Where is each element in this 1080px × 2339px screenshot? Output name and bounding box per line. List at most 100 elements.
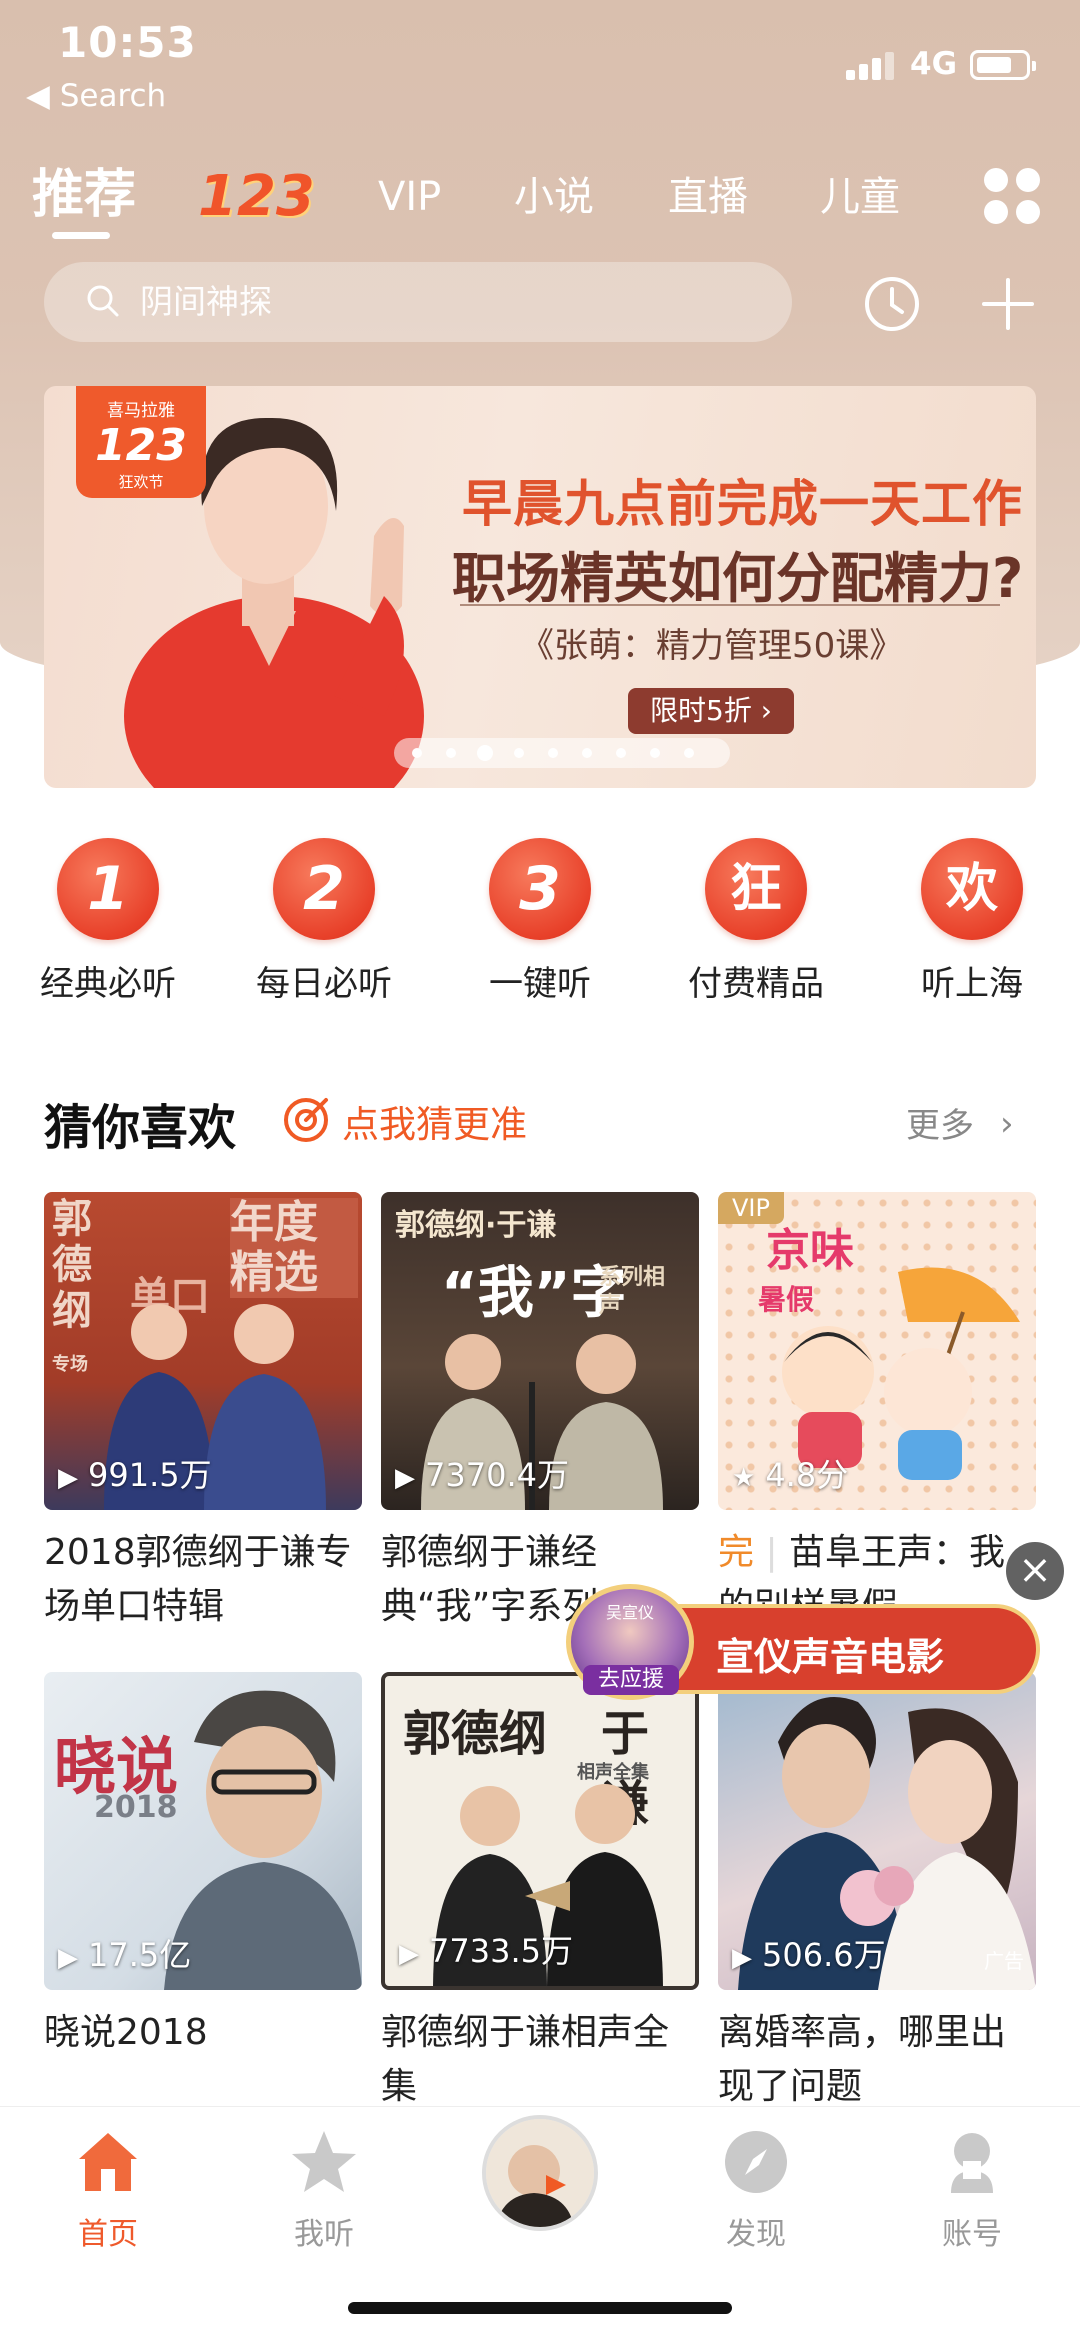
banner-dot[interactable] [616,748,626,758]
album-cover: 广告 ▶ 506.6万 [718,1672,1036,1990]
compass-icon [725,2131,787,2193]
tab-recommend[interactable]: 推荐 [32,150,136,240]
nav-label: 发现 [726,2217,786,2252]
album-cover: 晓说 2018 ▶ 17.5亿 [44,1672,362,1990]
badge-number: 123 [95,420,187,471]
quick-link-daily[interactable]: 2 每日必听 [244,838,404,1005]
banner-dot[interactable] [477,745,493,761]
search-placeholder: 阴间神探 [140,282,272,321]
nav-label: 我听 [294,2217,354,2252]
nav-discover[interactable]: 发现 [686,2127,826,2253]
tab-live[interactable]: 直播 [668,152,748,242]
nav-label: 账号 [942,2217,1002,2252]
nav-my-listen[interactable]: 我听 [254,2127,394,2253]
now-playing-button[interactable] [482,2115,598,2231]
kuang-character-icon: 狂 [705,838,807,940]
album-title: 晓说2018 [44,2012,208,2053]
badge-bottom-text: 狂欢节 [118,473,164,491]
quick-link-label: 经典必听 [40,964,176,1004]
star-icon: ★ [732,1463,756,1493]
album-cover: VIP 京味 暑假 ★ 4.8分 [718,1192,1036,1510]
play-icon: ▶ [58,1943,78,1973]
play-count-value: 7370.4万 [425,1456,569,1494]
promo-banner[interactable]: 喜马拉雅 123 狂欢节 早晨九点前完成一天工作 职场精英如何分配精力? 《张萌… [44,386,1036,788]
rating: ★ 4.8分 [732,1450,848,1496]
improve-recommendation-link[interactable]: 点我猜更准 [342,1094,527,1148]
add-plus-icon[interactable] [978,274,1038,334]
banner-dot[interactable] [650,748,660,758]
quick-link-shanghai[interactable]: 欢 听上海 [892,838,1052,1005]
banner-dot[interactable] [684,748,694,758]
ad-label: 广告 [984,1949,1024,1973]
play-count-value: 991.5万 [88,1456,212,1494]
banner-dot[interactable] [582,748,592,758]
status-time: 10:53 [58,18,197,67]
now-playing-cover [486,2119,594,2227]
history-clock-icon[interactable] [862,274,922,334]
cover-subtitle-text: 年度精选 [230,1198,358,1298]
network-type: 4G [910,46,958,82]
banner-discount-button[interactable]: 限时5折 › [628,688,794,734]
huan-character-icon: 欢 [921,838,1023,940]
play-icon: ▶ [732,1943,752,1973]
album-cover: 郭德纲·于谦 “我”字 系列相声 ▶ 7370.4万 [381,1192,699,1510]
section-title: 猜你喜欢 [44,1100,237,1156]
cover-title-text: 郭德纲 [403,1706,548,1762]
play-count: ▶ 991.5万 [58,1450,212,1496]
search-input[interactable]: 阴间神探 [44,262,792,342]
play-count: ▶ 7733.5万 [399,1926,573,1972]
quick-link-label: 每日必听 [256,964,392,1004]
album-card[interactable]: VIP 京味 暑假 ★4.8分 完 | 苗阜王声：我的别样暑假 [718,1192,1036,1634]
celebrity-name: 吴宣仪 [605,1603,654,1622]
cover-tag-text: 系列相声 [599,1265,666,1318]
album-title: 离婚率高，哪里出现了问题 [718,2012,1007,2107]
signal-icon [846,50,898,80]
banner-dot[interactable] [548,748,558,758]
album-card[interactable]: 郭德纲 年度精选 单口 专场 ▶ 991.5万 2018郭德纲于谦专场单口特辑 [44,1192,362,1634]
banner-dot[interactable] [514,748,524,758]
nav-account[interactable]: 账号 [902,2127,1042,2253]
album-card[interactable]: 晓说 2018 ▶ 17.5亿 晓说2018 [44,1672,362,2114]
album-card[interactable]: 广告 ▶ 506.6万 离婚率高，哪里出现了问题 [718,1672,1036,2114]
quick-link-paid[interactable]: 狂 付费精品 [676,838,836,1005]
number-two-icon: 2 [273,838,375,940]
play-icon: ▶ [399,1939,419,1969]
tab-vip[interactable]: VIP [378,152,441,242]
cover-title-text: 郭德纲·于谦 [395,1208,557,1243]
account-icon [951,2133,993,2193]
quick-link-one-tap[interactable]: 3 一键听 [460,838,620,1005]
battery-icon [970,50,1036,80]
number-three-icon: 3 [489,838,591,940]
chevron-right-icon[interactable]: › [1000,1104,1014,1144]
more-link[interactable]: 更多 [906,1098,974,1147]
tab-123-festival-logo[interactable]: 123 [198,164,315,234]
album-title: 郭德纲于谦相声全集 [381,2012,670,2107]
quick-link-classic[interactable]: 1 经典必听 [28,838,188,1005]
close-icon[interactable]: × [1006,1542,1064,1600]
floating-promo[interactable]: 宣仪声音电影 吴宣仪 去应援 [566,1584,1040,1700]
badge-top-text: 喜马拉雅 [107,401,175,421]
rating-value: 4.8分 [765,1456,849,1494]
banner-subheadline: 职场精英如何分配精力? [452,547,1024,610]
celebrity-avatar[interactable]: 吴宣仪 去应援 [566,1584,694,1700]
play-count: ▶ 17.5亿 [58,1930,191,1976]
tab-kids[interactable]: 儿童 [820,152,900,242]
floating-promo-text[interactable]: 宣仪声音电影 [716,1626,944,1681]
album-card[interactable]: 郭德纲·于谦 “我”字 系列相声 ▶ 7370.4万 郭德纲于谦经典“我”字系列 [381,1192,699,1634]
play-count-value: 7733.5万 [429,1932,573,1970]
tab-active-indicator [52,232,110,239]
category-grid-icon[interactable] [984,168,1040,224]
quick-link-label: 付费精品 [688,964,824,1004]
back-to-search-link[interactable]: ◀ Search [26,78,166,114]
star-icon [292,2131,356,2192]
play-count: ▶ 7370.4万 [395,1450,569,1496]
banner-page-indicator[interactable] [394,738,730,768]
banner-dot[interactable] [412,748,422,758]
nav-home[interactable]: 首页 [38,2127,178,2253]
tab-novel[interactable]: 小说 [514,152,594,242]
target-icon [284,1098,328,1142]
app-screen: 10:53 ◀ Search 4G 推荐 123 VIP 小说 直播 儿童 阴间… [0,0,1080,2339]
banner-dot[interactable] [446,748,456,758]
number-one-icon: 1 [57,838,159,940]
album-card[interactable]: 郭德纲 于谦 相声全集 ▶7733.5万 郭德纲于谦相声全集 [381,1672,699,2114]
